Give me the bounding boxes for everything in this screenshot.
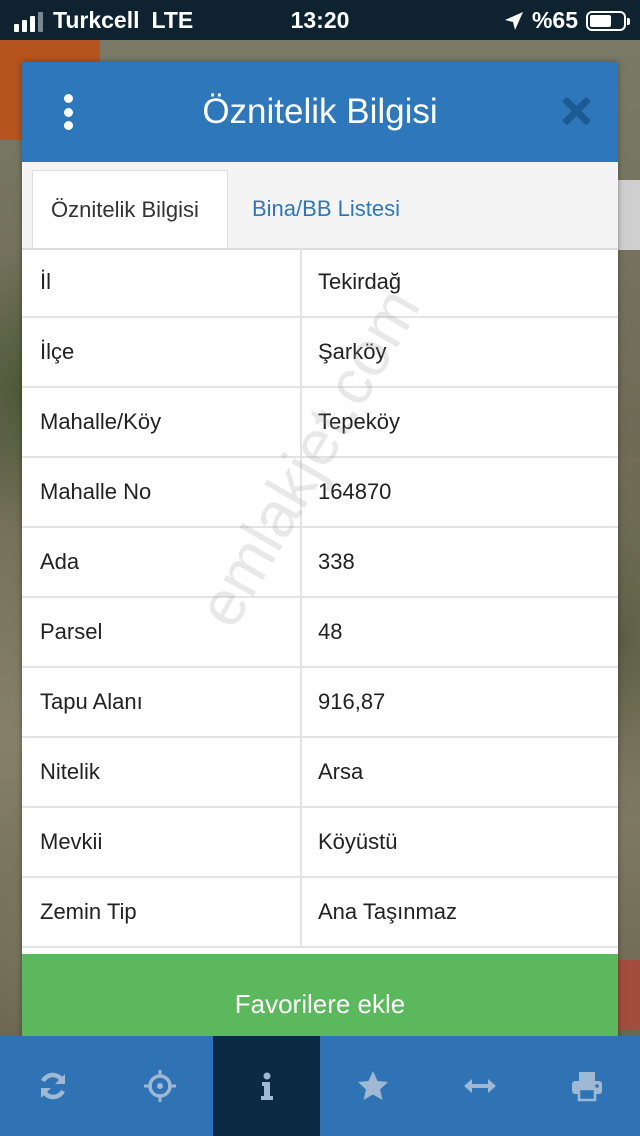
attribute-value: Tepeköy — [318, 409, 400, 434]
attribute-key: Nitelik — [22, 738, 302, 806]
more-vertical-icon[interactable] — [58, 94, 78, 130]
attribute-key: Parsel — [22, 598, 302, 666]
table-row: İlçe Şarköy — [22, 318, 618, 388]
dialog-title: Öznitelik Bilgisi — [202, 92, 438, 131]
info-icon — [260, 1072, 273, 1100]
attribute-value: 338 — [318, 549, 355, 574]
attribute-value: Ana Taşınmaz — [318, 899, 458, 924]
print-icon — [571, 1072, 602, 1102]
tab-attribute-info[interactable]: Öznitelik Bilgisi — [32, 170, 228, 248]
table-row: Tapu Alanı 916,87 — [22, 668, 618, 738]
status-bar: Turkcell LTE 13:20 %65 — [0, 0, 640, 40]
dialog-header: Öznitelik Bilgisi — [22, 62, 618, 162]
table-row: Mahalle No 164870 — [22, 458, 618, 528]
table-row: İl Tekirdağ — [22, 248, 618, 318]
attribute-key: Mahalle No — [22, 458, 302, 526]
close-icon[interactable] — [560, 94, 592, 126]
refresh-button[interactable] — [0, 1036, 107, 1136]
attribute-key: İlçe — [22, 318, 302, 386]
table-row: Parsel 48 — [22, 598, 618, 668]
tab-bar: Öznitelik Bilgisi Bina/BB Listesi — [22, 162, 618, 250]
attribute-value: Köyüstü — [318, 829, 398, 854]
attribute-key: Tapu Alanı — [22, 668, 302, 736]
attribute-value: 164870 — [318, 479, 392, 504]
attribute-value: 48 — [318, 619, 343, 644]
battery-icon — [586, 10, 630, 31]
attribute-key: Ada — [22, 528, 302, 596]
measure-icon — [463, 1079, 496, 1093]
tab-building-list[interactable]: Bina/BB Listesi — [234, 170, 418, 248]
attribute-key: Mevkii — [22, 808, 302, 876]
crosshair-icon — [143, 1070, 176, 1102]
measure-button[interactable] — [427, 1036, 534, 1136]
star-icon — [358, 1071, 389, 1100]
bottom-toolbar — [0, 1036, 640, 1136]
attribute-value: Tekirdağ — [318, 269, 402, 294]
attribute-table[interactable]: İl Tekirdağ İlçe Şarköy Mahalle/Köy Tepeköy Ma… — [22, 248, 618, 954]
attribute-info-dialog: Öznitelik Bilgisi Öznitelik Bilgisi Bina… — [22, 62, 618, 1054]
attribute-value: Şarköy — [318, 339, 387, 364]
print-button[interactable] — [533, 1036, 640, 1136]
favorites-button[interactable] — [320, 1036, 427, 1136]
table-row: Zemin Tip Ana Taşınmaz — [22, 878, 618, 948]
table-row: Mevkii Köyüstü — [22, 808, 618, 878]
table-row: Mahalle/Köy Tepeköy — [22, 388, 618, 458]
refresh-icon — [41, 1072, 66, 1100]
locate-button[interactable] — [107, 1036, 214, 1136]
location-arrow-icon — [504, 11, 523, 30]
battery-percent: %65 — [531, 7, 578, 33]
attribute-key: Zemin Tip — [22, 878, 302, 946]
attribute-value: Arsa — [318, 759, 364, 784]
info-button[interactable] — [213, 1036, 320, 1136]
attribute-key: İl — [22, 248, 302, 316]
table-row: Nitelik Arsa — [22, 738, 618, 808]
attribute-value: 916,87 — [318, 689, 386, 714]
table-row: Ada 338 — [22, 528, 618, 598]
attribute-key: Mahalle/Köy — [22, 388, 302, 456]
